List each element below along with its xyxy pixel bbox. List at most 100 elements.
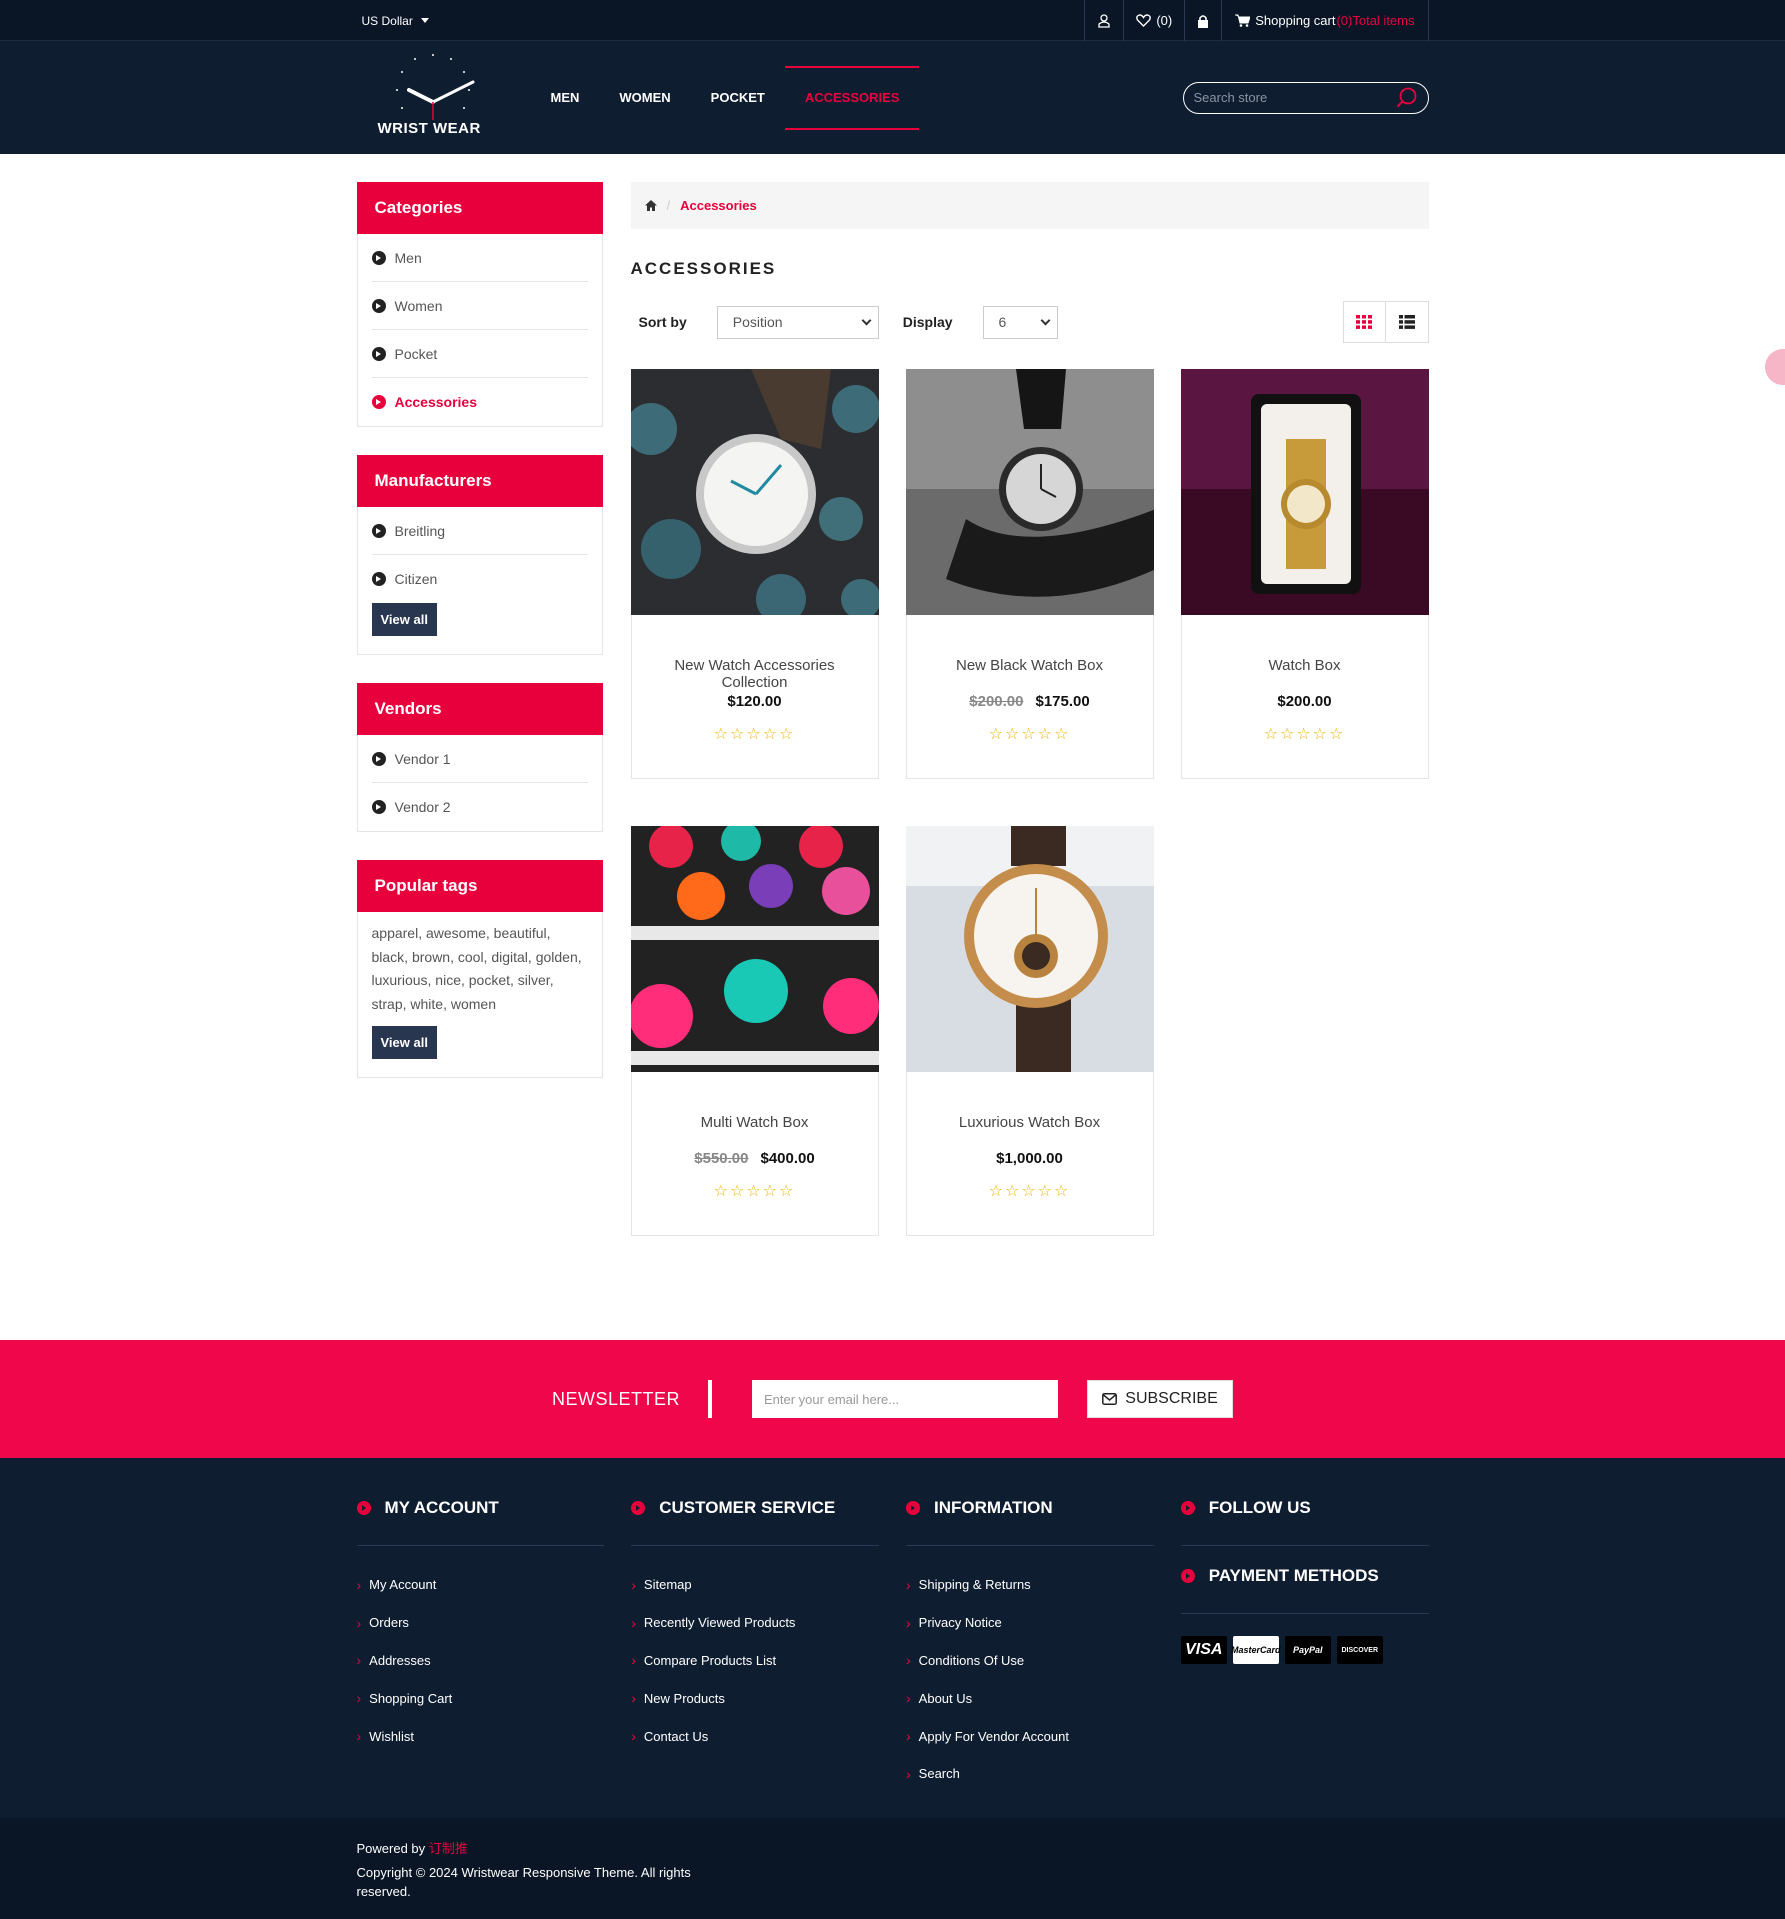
product-current-price: $400.00 [760,1150,815,1167]
search-input[interactable]: Search store [1182,81,1429,114]
manufacturers-title: Manufacturers [356,455,603,507]
cart-label: Shopping cart [1255,13,1336,28]
product-image[interactable] [630,826,879,1072]
footer-link[interactable]: My Account [357,1566,605,1604]
product-image[interactable] [905,369,1154,615]
nav-men[interactable]: MEN [531,66,600,130]
breadcrumb: / Accessories [630,182,1429,229]
catalog-toolbar: Sort by Position Display 6 [631,301,1429,343]
search-icon[interactable] [1396,87,1418,109]
footer-heading: FOLLOW US [1208,1498,1311,1517]
product-name[interactable]: New Black Watch Box [907,657,1153,691]
footer-link[interactable]: Search [906,1755,1154,1793]
footer-link[interactable]: New Products [631,1679,879,1717]
home-icon[interactable] [644,200,657,211]
sort-label: Sort by [638,314,687,330]
account-link[interactable] [1084,0,1123,41]
side-floating-button[interactable] [1765,349,1785,385]
breadcrumb-separator: / [666,198,671,213]
product-price: $1,000.00 [907,1150,1153,1167]
tags-view-all-button[interactable]: View all [371,1026,437,1059]
newsletter-email-input[interactable]: Enter your email here... [752,1380,1058,1418]
view-mode-switch [1342,301,1429,343]
category-pocket[interactable]: Pocket [371,330,588,378]
arrow-circle-icon [371,751,386,766]
footer-link[interactable]: Shipping & Returns [906,1566,1154,1604]
login-link[interactable] [1184,0,1221,41]
tag-list[interactable]: apparel, awesome, beautiful, black, brow… [358,912,602,1026]
footer-link[interactable]: Contact Us [631,1717,879,1755]
payment-logos: VISA MasterCard PayPal DISCOVER [1180,1636,1429,1664]
footer-link[interactable]: About Us [906,1679,1154,1717]
footer-link[interactable]: Orders [357,1604,605,1642]
category-women[interactable]: Women [371,282,588,330]
manufacturer-citizen[interactable]: Citizen [371,555,588,603]
vendor-1[interactable]: Vendor 1 [371,735,588,783]
footer-link[interactable]: Shopping Cart [357,1679,605,1717]
display-label: Display [902,314,953,330]
footer-link[interactable]: Privacy Notice [906,1604,1154,1642]
sort-select[interactable]: Position [716,305,879,339]
product-card[interactable]: New Black Watch Box $200.00 $175.00 ☆☆☆☆☆ [905,369,1154,779]
logo[interactable]: WRIST WEAR [373,50,493,145]
manufacturer-label: Citizen [394,571,438,587]
product-card[interactable]: New Watch Accessories Collection $120.00… [630,369,879,779]
footer-link[interactable]: Apply For Vendor Account [906,1717,1154,1755]
category-label: Accessories [394,394,478,410]
category-accessories[interactable]: Accessories [371,378,588,426]
footer-link[interactable]: Addresses [357,1642,605,1680]
subscribe-button[interactable]: SUBSCRIBE [1087,1380,1233,1418]
product-current-price: $200.00 [1277,693,1332,710]
wishlist-link[interactable]: (0) [1123,0,1184,41]
breadcrumb-current: Accessories [680,198,757,213]
vendor-2[interactable]: Vendor 2 [371,783,588,831]
product-name[interactable]: Watch Box [1182,657,1428,691]
copyright: Copyright © 2024 Wristwear Responsive Th… [356,1865,691,1899]
nav-accessories[interactable]: ACCESSORIES [784,65,920,130]
footer-information: INFORMATION Shipping & Returns Privacy N… [906,1498,1154,1793]
mastercard-logo-icon: MasterCard [1231,1636,1281,1664]
product-name[interactable]: New Watch Accessories Collection [632,657,878,691]
footer-link[interactable]: Conditions Of Use [906,1642,1154,1680]
footer-link[interactable]: Recently Viewed Products [631,1604,879,1642]
nav-pocket[interactable]: POCKET [691,66,785,130]
arrow-circle-icon [356,1501,371,1515]
vendors-title: Vendors [356,683,603,735]
product-card[interactable]: Luxurious Watch Box $1,000.00 ☆☆☆☆☆ [905,826,1154,1236]
arrow-circle-icon [371,250,386,265]
currency-selector[interactable]: US Dollar [357,14,429,28]
grid-view-button[interactable] [1342,301,1386,343]
footer-my-account: MY ACCOUNT My Account Orders Addresses S… [356,1498,605,1793]
cart-count: (0)Total items [1336,13,1415,28]
product-image[interactable] [630,369,879,615]
manufacturers-view-all-button[interactable]: View all [371,603,437,636]
arrow-circle-icon [1180,1501,1195,1515]
newsletter-label: NEWSLETTER [552,1380,712,1418]
product-name[interactable]: Multi Watch Box [632,1114,878,1148]
shopping-cart-link[interactable]: Shopping cart (0)Total items [1221,0,1429,41]
footer-link[interactable]: Compare Products List [631,1642,879,1680]
nav-women[interactable]: WOMEN [599,66,690,130]
product-grid: New Watch Accessories Collection $120.00… [630,369,1429,1236]
manufacturer-breitling[interactable]: Breitling [371,507,588,555]
arrow-circle-icon [1180,1569,1195,1583]
product-name[interactable]: Luxurious Watch Box [907,1114,1153,1148]
list-view-button[interactable] [1385,301,1429,343]
footer-link[interactable]: Sitemap [631,1566,879,1604]
site-footer: MY ACCOUNT My Account Orders Addresses S… [0,1458,1785,1818]
product-image[interactable] [1180,369,1429,615]
product-image[interactable] [905,826,1154,1072]
footer-bottom: Powered by 订制推 Copyright © 2024 Wristwea… [0,1818,1785,1919]
category-men[interactable]: Men [371,234,588,282]
product-card[interactable]: Watch Box $200.00 ☆☆☆☆☆ [1180,369,1429,779]
arrow-circle-icon [371,523,386,538]
arrow-circle-icon [371,572,386,586]
search-placeholder: Search store [1193,90,1268,105]
product-card[interactable]: Multi Watch Box $550.00 $400.00 ☆☆☆☆☆ [630,826,879,1236]
manufacturer-label: Breitling [394,522,446,539]
footer-link[interactable]: Wishlist [357,1717,605,1755]
powered-by-link[interactable]: 订制推 [429,1841,468,1856]
display-select[interactable]: 6 [982,305,1058,339]
subscribe-label: SUBSCRIBE [1125,1390,1218,1407]
top-bar: US Dollar (0) Shopping cart (0)Total ite… [0,0,1785,41]
